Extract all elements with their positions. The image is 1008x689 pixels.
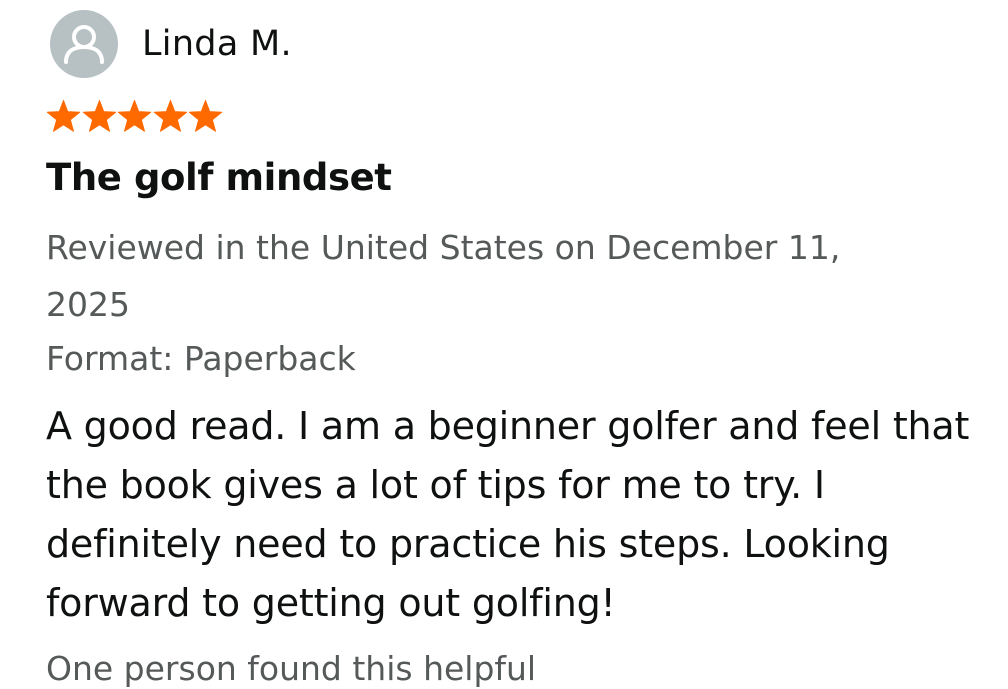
review-title[interactable]: The golf mindset [46, 156, 392, 199]
person-silhouette-icon [64, 25, 104, 64]
review-body: A good read. I am a beginner golfer and … [46, 404, 970, 625]
avatar[interactable] [50, 10, 118, 78]
star-icon [188, 100, 223, 132]
review-format[interactable]: Format: Paperback [46, 334, 356, 384]
reviewer-profile[interactable]: Linda M. [50, 10, 292, 78]
star-rating [46, 99, 224, 135]
star-icon [82, 100, 116, 132]
star-icon [117, 100, 152, 132]
review-date: Reviewed in the United States on Decembe… [46, 228, 841, 324]
reviewer-name[interactable]: Linda M. [142, 24, 292, 64]
star-icon [46, 100, 81, 132]
helpful-count: One person found this helpful [46, 649, 537, 688]
star-icon [153, 100, 187, 132]
